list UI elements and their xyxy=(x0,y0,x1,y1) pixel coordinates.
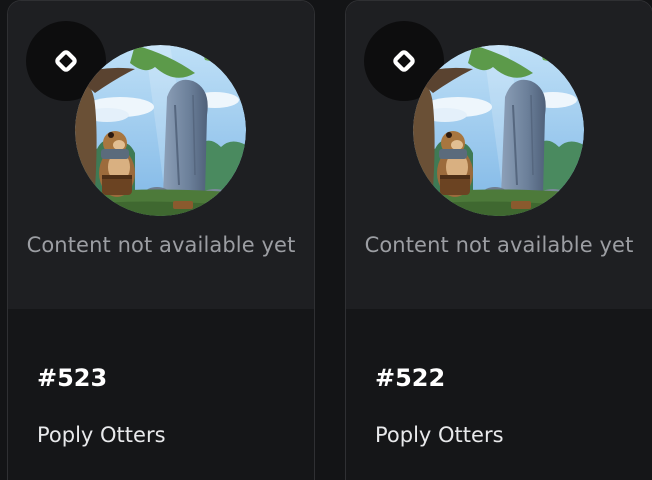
token-id: #522 xyxy=(375,364,446,392)
card-info: #522 Poply Otters xyxy=(346,309,652,480)
token-id: #523 xyxy=(37,364,108,392)
nft-card-grid: Content not available yet #523 Poply Ott… xyxy=(0,0,652,480)
ring-logo-icon xyxy=(393,50,415,72)
nft-card[interactable]: Content not available yet #522 Poply Ott… xyxy=(345,0,652,480)
nft-card[interactable]: Content not available yet #523 Poply Ott… xyxy=(7,0,315,480)
card-media: Content not available yet xyxy=(8,1,314,309)
content-status: Content not available yet xyxy=(364,233,634,257)
nft-image xyxy=(413,45,584,216)
nft-image xyxy=(75,45,246,216)
card-info: #523 Poply Otters xyxy=(8,309,314,480)
content-status: Content not available yet xyxy=(26,233,296,257)
ring-logo-icon xyxy=(55,50,77,72)
collection-name: Poply Otters xyxy=(375,423,504,447)
card-media: Content not available yet xyxy=(346,1,652,309)
collection-name: Poply Otters xyxy=(37,423,166,447)
